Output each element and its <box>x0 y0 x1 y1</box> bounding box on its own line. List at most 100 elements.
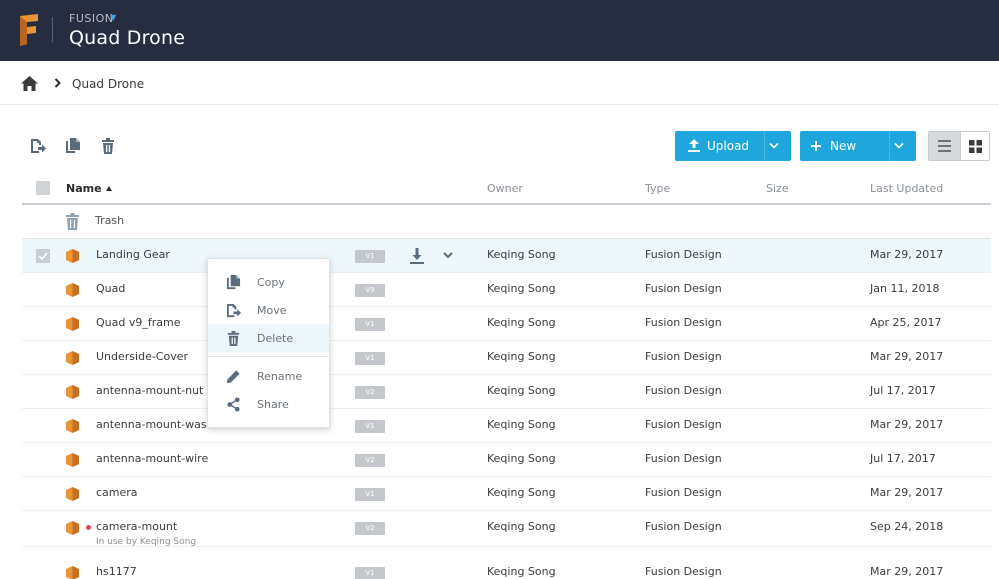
type-cell: Fusion Design <box>645 486 722 499</box>
version-badge[interactable]: V1 <box>355 420 385 433</box>
version-badge[interactable]: V2 <box>355 522 385 535</box>
last-updated-cell: Mar 29, 2017 <box>870 248 944 261</box>
version-badge[interactable]: V1 <box>355 318 385 331</box>
version-badge[interactable]: V1 <box>355 567 385 579</box>
breadcrumb: Quad Drone <box>0 61 999 105</box>
table-row[interactable]: antenna-mount-washer V1 Keqing Song Fusi… <box>22 409 991 443</box>
list-view-button[interactable] <box>929 132 960 160</box>
file-name[interactable]: Underside-Cover <box>96 350 188 363</box>
type-cell: Fusion Design <box>645 248 722 261</box>
type-cell: Fusion Design <box>645 384 722 397</box>
version-badge[interactable]: V1 <box>355 250 385 263</box>
trash-label: Trash <box>95 214 125 227</box>
menu-item-label: Move <box>257 304 287 317</box>
version-badge[interactable]: V9 <box>355 284 385 297</box>
fusion-logo-icon[interactable] <box>18 14 40 46</box>
file-name[interactable]: Quad v9_frame <box>96 316 180 329</box>
menu-item-share[interactable]: Share <box>208 390 329 418</box>
menu-item-rename[interactable]: Rename <box>208 362 329 390</box>
home-icon[interactable] <box>21 76 38 91</box>
owner-cell: Keqing Song <box>487 248 556 261</box>
type-cell: Fusion Design <box>645 418 722 431</box>
app-switcher-label[interactable]: FUSION <box>69 12 114 25</box>
grid-icon <box>969 140 982 153</box>
fusion-design-icon <box>66 521 79 535</box>
delete-icon <box>227 331 240 346</box>
context-menu: Copy Move Delete Rename Share <box>207 258 330 428</box>
owner-cell: Keqing Song <box>487 384 556 397</box>
table-row[interactable]: antenna-mount-wire V2 Keqing Song Fusion… <box>22 443 991 477</box>
table-row[interactable]: camera V1 Keqing Song Fusion Design Mar … <box>22 477 991 511</box>
column-header-last-updated[interactable]: Last Updated <box>870 182 943 195</box>
menu-divider <box>208 356 329 357</box>
app-header: FUSION ▼ Quad Drone <box>0 0 999 61</box>
download-icon[interactable] <box>410 248 424 264</box>
menu-item-delete[interactable]: Delete <box>208 324 329 352</box>
file-name[interactable]: camera <box>96 486 138 499</box>
menu-item-label: Share <box>257 398 289 411</box>
breadcrumb-current: Quad Drone <box>72 77 145 91</box>
last-updated-cell: Mar 29, 2017 <box>870 486 944 499</box>
last-updated-cell: Jul 17, 2017 <box>870 452 936 465</box>
type-cell: Fusion Design <box>645 452 722 465</box>
file-name[interactable]: antenna-mount-wire <box>96 452 208 465</box>
upload-button[interactable]: Upload <box>675 131 791 161</box>
table-row[interactable]: Quad v9_frame V1 Keqing Song Fusion Desi… <box>22 307 991 341</box>
chevron-down-icon[interactable] <box>769 142 779 150</box>
file-name[interactable]: antenna-mount-nut <box>96 384 203 397</box>
plus-icon <box>811 141 821 151</box>
chevron-down-icon[interactable]: ▼ <box>110 13 116 22</box>
fusion-design-icon <box>66 351 79 365</box>
menu-item-copy[interactable]: Copy <box>208 268 329 296</box>
fusion-design-icon <box>66 385 79 399</box>
new-button[interactable]: New <box>800 131 916 161</box>
chevron-down-icon[interactable] <box>894 142 904 150</box>
menu-item-move[interactable]: Move <box>208 296 329 324</box>
last-updated-cell: Apr 25, 2017 <box>870 316 942 329</box>
sort-ascending-icon[interactable] <box>106 186 112 191</box>
owner-cell: Keqing Song <box>487 486 556 499</box>
table-row[interactable]: camera-mount In use by Keqing Song V2 Ke… <box>22 511 991 547</box>
file-name[interactable]: Quad <box>96 282 125 295</box>
row-checkbox[interactable] <box>36 249 50 263</box>
table-row[interactable]: Landing Gear V1 Keqing Song Fusion Desig… <box>22 239 991 273</box>
fusion-design-icon <box>66 487 79 501</box>
move-icon[interactable] <box>30 138 46 154</box>
table-header: Name Owner Type Size Last Updated <box>22 172 991 205</box>
copy-icon[interactable] <box>65 138 81 154</box>
column-header-size[interactable]: Size <box>766 182 789 195</box>
chevron-down-icon[interactable] <box>442 250 454 260</box>
grid-view-button[interactable] <box>960 132 990 160</box>
file-name[interactable]: hs1177 <box>96 565 137 578</box>
select-all-checkbox[interactable] <box>36 181 50 195</box>
menu-item-label: Delete <box>257 332 294 345</box>
trash-icon <box>66 213 79 230</box>
table-row[interactable]: antenna-mount-nut V2 Keqing Song Fusion … <box>22 375 991 409</box>
column-header-name[interactable]: Name <box>66 182 102 195</box>
owner-cell: Keqing Song <box>487 282 556 295</box>
version-badge[interactable]: V2 <box>355 454 385 467</box>
upload-button-label: Upload <box>707 139 750 153</box>
table-row[interactable]: hs1177 V1 Keqing Song Fusion Design Mar … <box>22 556 991 579</box>
table-row[interactable]: Underside-Cover V1 Keqing Song Fusion De… <box>22 341 991 375</box>
last-updated-cell: Mar 29, 2017 <box>870 418 944 431</box>
delete-icon[interactable] <box>100 138 116 154</box>
file-name[interactable]: camera-mount <box>96 520 177 533</box>
trash-row[interactable]: Trash <box>22 205 991 239</box>
copy-icon <box>226 275 241 290</box>
list-icon <box>938 140 951 152</box>
owner-cell: Keqing Song <box>487 418 556 431</box>
last-updated-cell: Sep 24, 2018 <box>870 520 944 533</box>
version-badge[interactable]: V1 <box>355 488 385 501</box>
column-header-owner[interactable]: Owner <box>487 182 523 195</box>
upload-icon <box>688 139 700 152</box>
header-divider <box>52 17 53 42</box>
version-badge[interactable]: V2 <box>355 386 385 399</box>
file-name[interactable]: Landing Gear <box>96 248 170 261</box>
version-badge[interactable]: V1 <box>355 352 385 365</box>
project-title: Quad Drone <box>69 27 186 49</box>
table-row[interactable]: Quad V9 Keqing Song Fusion Design Jan 11… <box>22 273 991 307</box>
owner-cell: Keqing Song <box>487 565 556 578</box>
column-header-type[interactable]: Type <box>645 182 670 195</box>
file-name[interactable]: antenna-mount-washer <box>96 418 225 431</box>
